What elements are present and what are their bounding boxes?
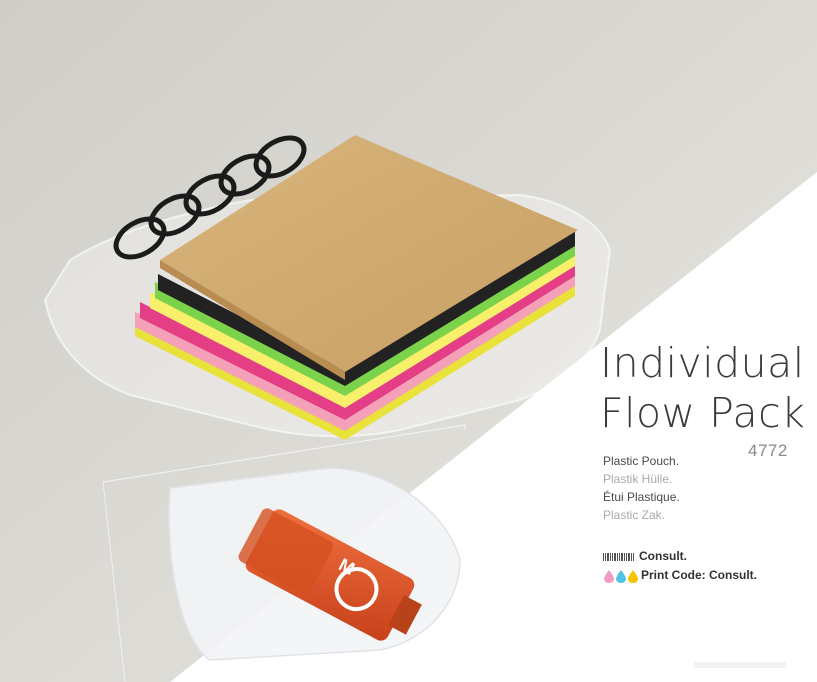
barcode-row: Consult.: [603, 547, 757, 566]
product-title: Individual Flow Pack: [600, 338, 805, 438]
text-panel: Individual Flow Pack 4772 Plastic Pouch.…: [0, 0, 817, 682]
ink-drops-icon: [604, 569, 638, 583]
print-info: Consult. Print Code: Consult.: [603, 547, 757, 585]
print-code-label: Print Code: Consult.: [641, 568, 757, 582]
translation-en: Plastic Pouch.: [603, 454, 680, 468]
translation-de: Plastik Hülle.: [603, 472, 673, 486]
print-code-row: Print Code: Consult.: [603, 566, 757, 585]
title-line-1: Individual: [600, 339, 805, 387]
page-tab-marker: [694, 662, 786, 668]
translation-nl: Plastic Zak.: [603, 508, 666, 522]
barcode-label: Consult.: [639, 549, 687, 563]
translation-fr: Étui Plastique.: [603, 490, 680, 504]
title-line-2: Flow Pack: [600, 389, 806, 437]
barcode-icon: [603, 552, 634, 561]
translations-list: Plastic Pouch. Plastik Hülle. Étui Plast…: [603, 452, 680, 524]
product-code: 4772: [748, 441, 788, 460]
